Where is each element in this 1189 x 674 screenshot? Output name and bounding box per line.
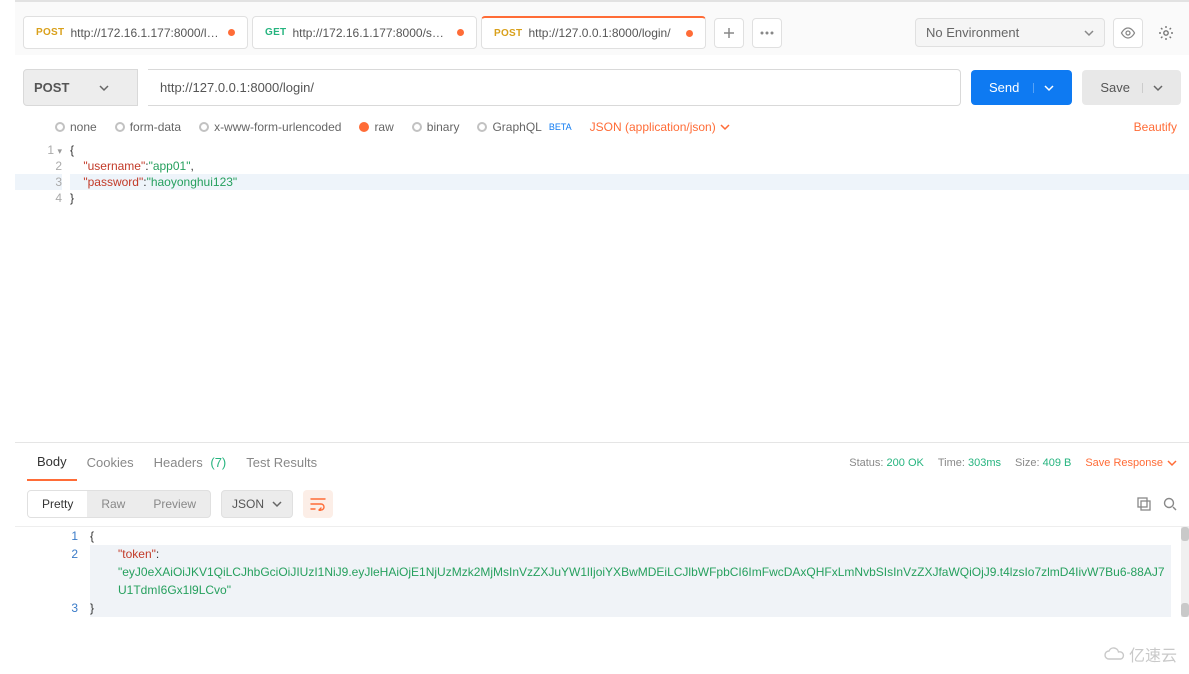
body-graphql-radio[interactable]: GraphQLBETA bbox=[477, 120, 571, 134]
view-pretty[interactable]: Pretty bbox=[28, 491, 87, 517]
tab-method: GET bbox=[265, 27, 286, 38]
send-options[interactable] bbox=[1033, 83, 1054, 93]
url-input[interactable] bbox=[148, 69, 961, 106]
code-area[interactable]: { "username":"app01", "password":"haoyon… bbox=[70, 142, 1189, 206]
method-dropdown[interactable]: POST bbox=[23, 69, 138, 106]
watermark: 亿速云 bbox=[1103, 642, 1177, 666]
settings-button[interactable] bbox=[1151, 18, 1181, 48]
response-tab-test-results[interactable]: Test Results bbox=[236, 445, 327, 480]
scrollbar[interactable] bbox=[1181, 527, 1189, 617]
chevron-down-icon bbox=[1084, 28, 1094, 38]
response-format-dropdown[interactable]: JSON bbox=[221, 490, 293, 518]
content-type-dropdown[interactable]: JSON (application/json) bbox=[590, 120, 730, 134]
environment-label: No Environment bbox=[926, 25, 1019, 40]
tab-method: POST bbox=[36, 27, 64, 38]
tab-label: http://127.0.0.1:8000/login/ bbox=[528, 26, 678, 40]
time-label: Time: 303ms bbox=[938, 457, 1001, 469]
response-code-area[interactable]: { "token": "eyJ0eXAiOiJKV1QiLCJhbGciOiJI… bbox=[90, 527, 1181, 617]
ellipsis-icon bbox=[760, 31, 774, 35]
chevron-down-icon bbox=[99, 83, 109, 93]
save-options[interactable] bbox=[1142, 83, 1163, 93]
tab-label: http://172.16.1.177:8000/servic... bbox=[292, 26, 449, 40]
body-none-radio[interactable]: none bbox=[55, 120, 97, 134]
tab-options-button[interactable] bbox=[752, 18, 782, 48]
unsaved-dot-icon bbox=[686, 30, 693, 37]
gear-icon bbox=[1158, 25, 1174, 41]
line-gutter: 1 ▾ 2 3 4 bbox=[15, 142, 70, 206]
send-button[interactable]: Send bbox=[971, 70, 1072, 105]
copy-response-button[interactable] bbox=[1137, 497, 1151, 511]
response-body-viewer[interactable]: 1 2 3 { "token": "eyJ0eXAiOiJKV1QiLCJhbG… bbox=[15, 527, 1189, 617]
tab-0[interactable]: POST http://172.16.1.177:8000/login/ bbox=[23, 16, 248, 49]
save-button[interactable]: Save bbox=[1082, 70, 1181, 105]
response-tab-cookies[interactable]: Cookies bbox=[77, 445, 144, 480]
save-response-button[interactable]: Save Response bbox=[1085, 457, 1177, 469]
tab-2[interactable]: POST http://127.0.0.1:8000/login/ bbox=[481, 16, 706, 49]
tab-method: POST bbox=[494, 28, 522, 39]
response-tab-headers[interactable]: Headers (7) bbox=[144, 445, 237, 480]
environment-quicklook-button[interactable] bbox=[1113, 18, 1143, 48]
search-response-button[interactable] bbox=[1163, 497, 1177, 511]
body-raw-radio[interactable]: raw bbox=[359, 120, 393, 134]
unsaved-dot-icon bbox=[457, 29, 464, 36]
view-preview[interactable]: Preview bbox=[139, 491, 210, 517]
body-formdata-radio[interactable]: form-data bbox=[115, 120, 181, 134]
chevron-down-icon bbox=[1167, 458, 1177, 468]
unsaved-dot-icon bbox=[228, 29, 235, 36]
chevron-down-icon bbox=[1153, 83, 1163, 93]
plus-icon bbox=[723, 27, 735, 39]
send-label: Send bbox=[989, 80, 1019, 95]
status-label: Status: 200 OK bbox=[849, 457, 924, 469]
response-view-mode: Pretty Raw Preview bbox=[27, 490, 211, 518]
body-urlencoded-radio[interactable]: x-www-form-urlencoded bbox=[199, 120, 341, 134]
eye-icon bbox=[1120, 27, 1136, 39]
wrap-icon bbox=[310, 497, 326, 511]
method-label: POST bbox=[34, 80, 69, 95]
search-icon bbox=[1163, 497, 1177, 511]
environment-select[interactable]: No Environment bbox=[915, 18, 1105, 47]
tab-1[interactable]: GET http://172.16.1.177:8000/servic... bbox=[252, 16, 477, 49]
view-raw[interactable]: Raw bbox=[87, 491, 139, 517]
chevron-down-icon bbox=[272, 499, 282, 509]
request-tabs: POST http://172.16.1.177:8000/login/ GET… bbox=[23, 16, 706, 49]
response-gutter: 1 2 3 bbox=[15, 527, 90, 617]
wrap-lines-button[interactable] bbox=[303, 490, 333, 518]
copy-icon bbox=[1137, 497, 1151, 511]
size-label: Size: 409 B bbox=[1015, 457, 1071, 469]
save-label: Save bbox=[1100, 80, 1130, 95]
response-tab-body[interactable]: Body bbox=[27, 444, 77, 481]
request-body-editor[interactable]: 1 ▾ 2 3 4 { "username":"app01", "passwor… bbox=[15, 142, 1189, 442]
cloud-icon bbox=[1103, 647, 1125, 661]
beautify-button[interactable]: Beautify bbox=[1134, 120, 1177, 134]
chevron-down-icon bbox=[720, 122, 730, 132]
new-tab-button[interactable] bbox=[714, 18, 744, 48]
tab-label: http://172.16.1.177:8000/login/ bbox=[70, 26, 220, 40]
body-binary-radio[interactable]: binary bbox=[412, 120, 460, 134]
chevron-down-icon bbox=[1044, 83, 1054, 93]
